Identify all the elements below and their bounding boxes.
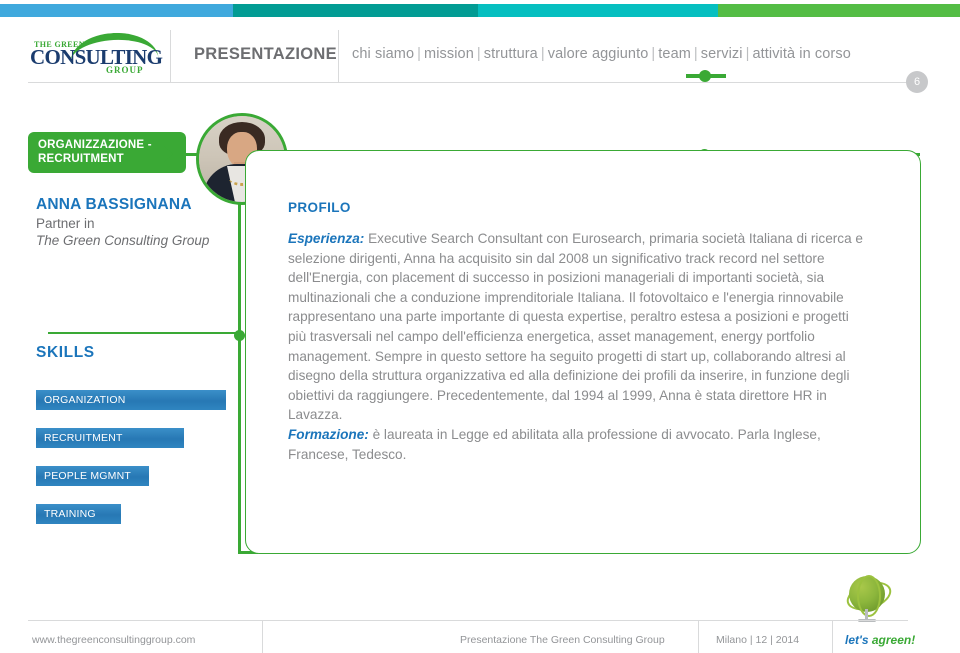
footer-divider-1: [262, 620, 263, 653]
page-header: THE GREEN CONSULTING GROUP PRESENTAZIONE…: [0, 30, 960, 82]
experience-text: Executive Search Consultant con Eurosear…: [288, 231, 863, 423]
header-rule: [28, 82, 908, 83]
nav-separator: |: [417, 46, 422, 62]
footer-center-text: Presentazione The Green Consulting Group: [460, 634, 665, 646]
nav-item-servizi[interactable]: servizi: [701, 46, 743, 62]
person-name: ANNA BASSIGNANA: [36, 196, 192, 213]
connector-skills-horizontal: [48, 332, 238, 334]
skill-bar-recruitment: RECRUITMENT: [36, 428, 184, 448]
header-divider-1: [170, 30, 171, 82]
skill-bar-training: TRAINING: [36, 504, 121, 524]
nav-separator: |: [745, 46, 750, 62]
nav-item-valore-aggiunto[interactable]: valore aggiunto: [548, 46, 649, 62]
connector-vertical-left: [238, 196, 241, 551]
footer-rule: [28, 620, 908, 621]
nav-separator: |: [651, 46, 656, 62]
segment-green: [718, 4, 960, 17]
tagline-agreen: agreen!: [871, 633, 916, 647]
header-divider-2: [338, 30, 339, 82]
profile-body-text: Esperienza: Executive Search Consultant …: [288, 229, 866, 464]
globe-icon: [843, 575, 895, 624]
experience-label: Esperienza:: [288, 231, 365, 246]
skill-bar-organization: ORGANIZATION: [36, 390, 226, 410]
role-badge-tail-icon: [164, 146, 173, 162]
person-role: Partner in: [36, 216, 95, 231]
education-paragraph: Formazione: è laureata in Legge ed abili…: [288, 427, 821, 462]
footer-website[interactable]: www.thegreenconsultinggroup.com: [32, 634, 195, 646]
page-number-badge: 6: [906, 71, 928, 93]
nav-item-chi-siamo[interactable]: chi siamo: [352, 46, 414, 62]
role-badge: ORGANIZZAZIONE - RECRUITMENT: [28, 132, 186, 173]
nav-item-team[interactable]: team: [658, 46, 691, 62]
nav-separator: |: [476, 46, 481, 62]
nav-item-mission[interactable]: mission: [424, 46, 474, 62]
education-label: Formazione:: [288, 426, 369, 442]
footer-divider-3: [832, 620, 833, 653]
profile-title: PROFILO: [288, 200, 351, 215]
segment-light-blue: [0, 4, 233, 17]
footer-location-date: Milano | 12 | 2014: [716, 634, 800, 646]
tagline: let's agreen!: [845, 633, 915, 647]
logo-group-text: GROUP: [106, 65, 144, 75]
nav-item-struttura[interactable]: struttura: [484, 46, 538, 62]
main-nav[interactable]: chi siamo | mission | struttura | valore aggiu…: [352, 46, 851, 62]
company-logo[interactable]: THE GREEN CONSULTING GROUP: [28, 30, 163, 78]
nav-item-attività-in-corso[interactable]: attività in corso: [752, 46, 850, 62]
globe-ring-vertical: [857, 575, 881, 617]
skill-bar-people-mgmnt: PEOPLE MGMNT: [36, 466, 149, 486]
segment-cyan: [478, 4, 718, 17]
skills-title: SKILLS: [36, 344, 95, 361]
footer-divider-2: [698, 620, 699, 653]
education-text: è laureata in Legge ed abilitata alla pr…: [288, 426, 821, 462]
top-color-bar: [0, 4, 960, 17]
active-nav-dot-icon: [699, 70, 711, 82]
section-title: PRESENTAZIONE: [194, 45, 337, 63]
nav-separator: |: [540, 46, 545, 62]
person-company: The Green Consulting Group: [36, 233, 210, 248]
nav-separator: |: [693, 46, 698, 62]
segment-teal: [233, 4, 478, 17]
tagline-lets: let's: [845, 633, 872, 647]
experience-paragraph: Esperienza: Executive Search Consultant …: [288, 231, 863, 422]
